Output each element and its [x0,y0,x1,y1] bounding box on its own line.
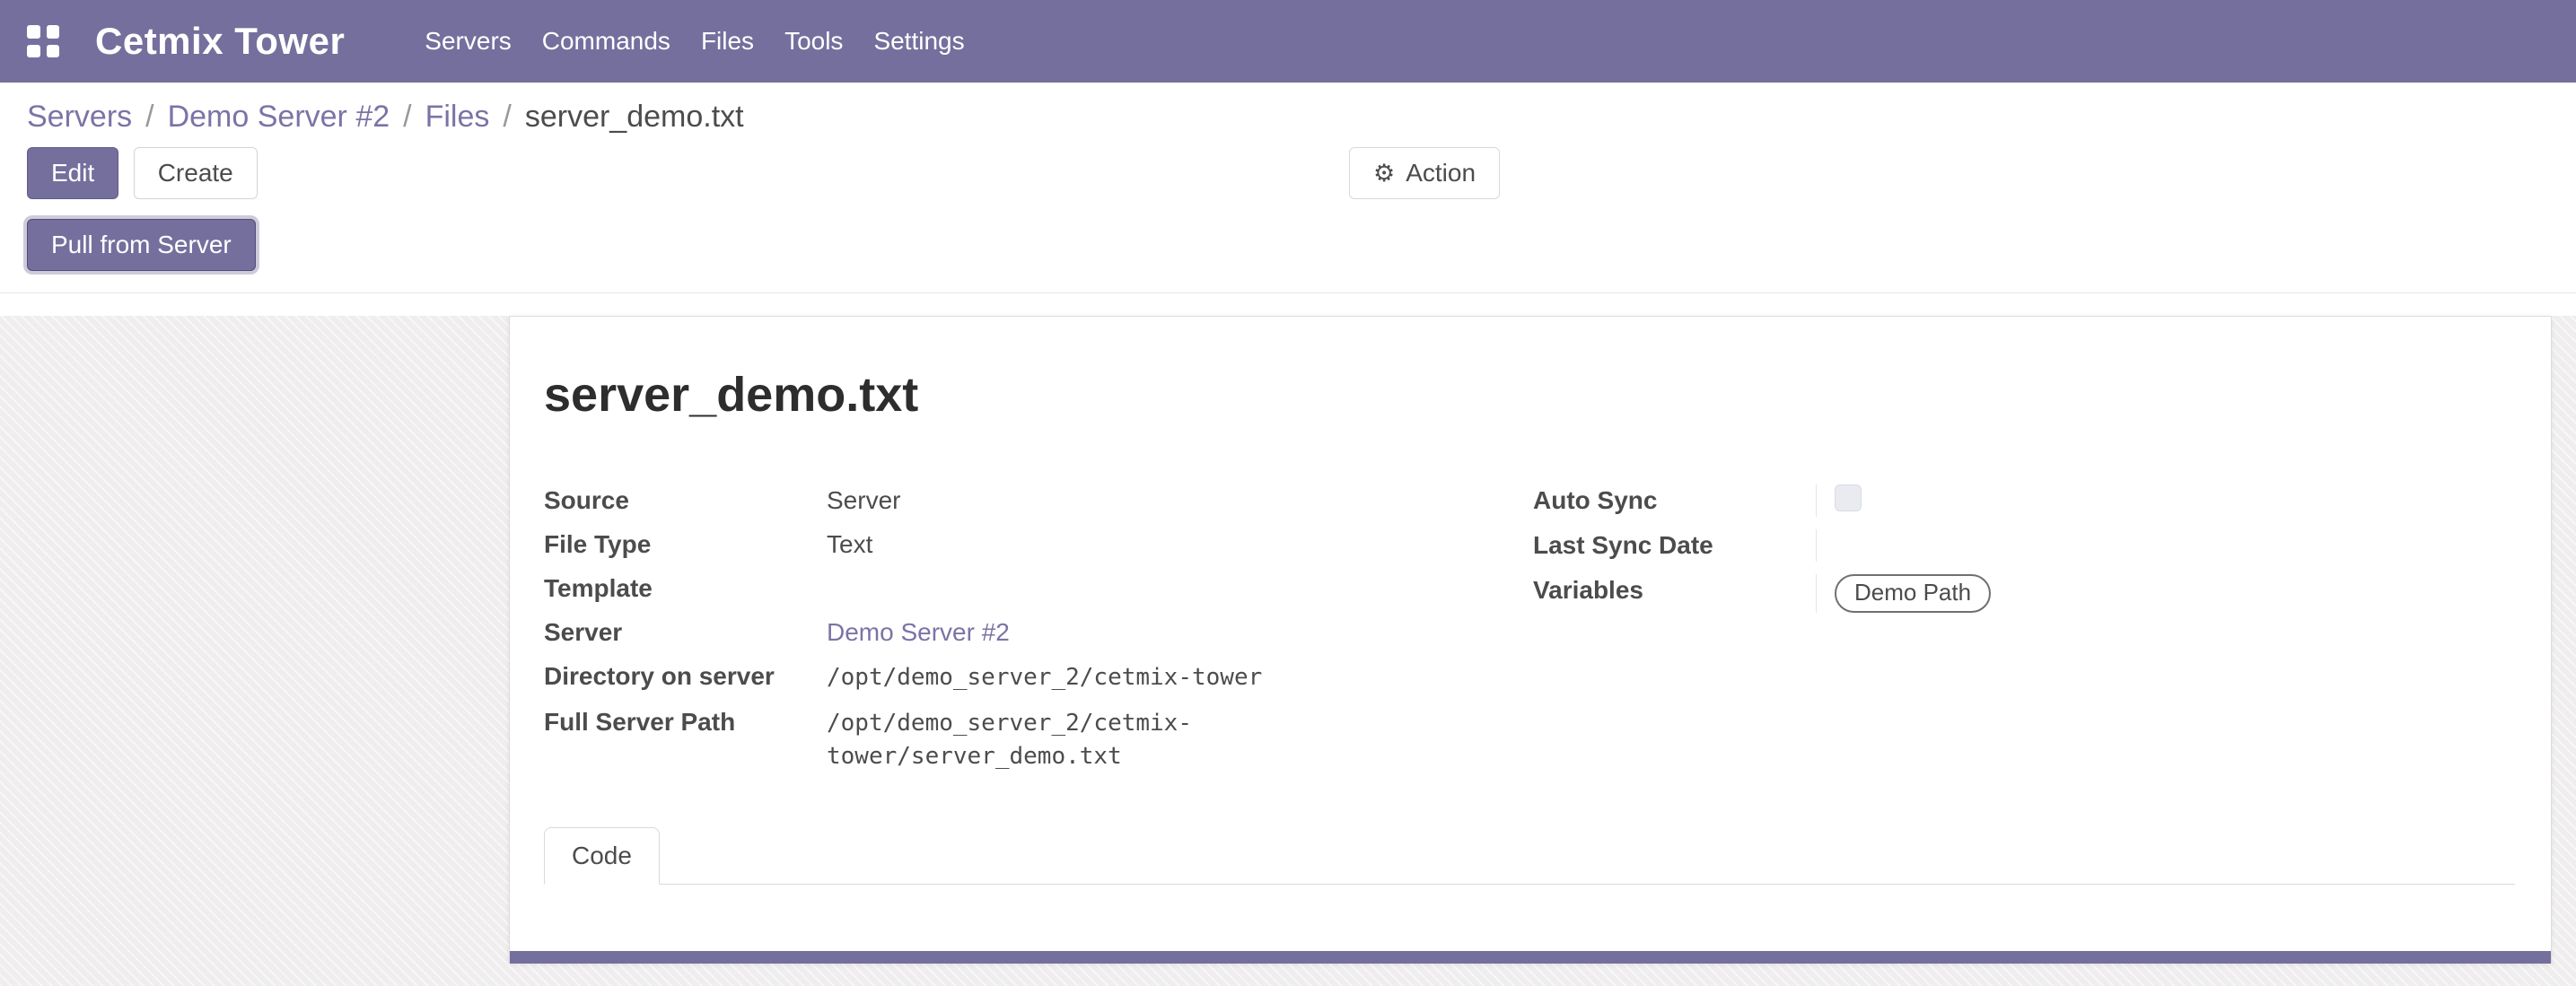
field-row-directory-on-server: Directory on server/opt/demo_server_2/ce… [544,654,1486,700]
field-label-file-type: File Type [544,528,827,560]
edit-button[interactable]: Edit [27,147,118,199]
breadcrumb-link-demo-server-2[interactable]: Demo Server #2 [168,100,390,134]
form-sheet: server_demo.txt SourceServerFile TypeTex… [509,316,2552,964]
object-buttons-row: Pull from Server [27,219,2549,292]
nav-item-servers[interactable]: Servers [409,0,526,83]
field-value-source: Server [827,484,1486,516]
field-row-full-server-path: Full Server Path/opt/demo_server_2/cetmi… [544,700,1486,779]
field-row-last-sync-date: Last Sync Date [1533,523,2515,568]
field-groups: SourceServerFile TypeTextTemplateServerD… [544,478,2515,779]
nav-item-files[interactable]: Files [686,0,769,83]
breadcrumb-separator: / [503,100,511,134]
field-label-source: Source [544,484,827,516]
field-text-source: Server [827,486,900,514]
gear-icon [1373,159,1395,188]
breadcrumb-link-files[interactable]: Files [425,100,490,134]
field-label-server: Server [544,616,827,648]
pull-from-server-button[interactable]: Pull from Server [27,219,256,271]
button-row: Edit Create Action [27,147,2549,199]
top-navbar: Cetmix Tower ServersCommandsFilesToolsSe… [0,0,2576,83]
field-path-directory-on-server: /opt/demo_server_2/cetmix-tower [827,664,1262,691]
auto-sync-checkbox[interactable] [1835,484,1862,511]
field-label-directory-on-server: Directory on server [544,660,827,692]
app-brand[interactable]: Cetmix Tower [95,20,345,63]
field-label-full-server-path: Full Server Path [544,706,827,737]
field-link-server[interactable]: Demo Server #2 [827,618,1010,646]
field-group-left: SourceServerFile TypeTextTemplateServerD… [544,478,1486,779]
tag-demo-path[interactable]: Demo Path [1835,574,1991,613]
nav-menu: ServersCommandsFilesToolsSettings [409,0,979,83]
field-row-auto-sync: Auto Sync [1533,478,2515,523]
field-text-file-type: Text [827,530,872,558]
field-value-server: Demo Server #2 [827,616,1486,648]
apps-grid-icon[interactable] [27,25,59,57]
field-value-last-sync-date [1816,529,2515,562]
field-value-file-type: Text [827,528,1486,560]
field-row-template: Template [544,566,1486,610]
field-value-full-server-path: /opt/demo_server_2/cetmix-tower/server_d… [827,706,1486,772]
field-label-last-sync-date: Last Sync Date [1533,529,1816,561]
record-title: server_demo.txt [544,367,2515,423]
field-label-auto-sync: Auto Sync [1533,484,1816,516]
action-button-label: Action [1406,159,1476,188]
breadcrumb-link-servers[interactable]: Servers [27,100,132,134]
control-panel: Servers / Demo Server #2 / Files / server_demo… [0,83,2576,293]
field-group-right: Auto Sync Last Sync Date Variables Demo Pat… [1533,478,2515,779]
create-button[interactable]: Create [134,147,258,199]
tab-code[interactable]: Code [544,827,660,885]
breadcrumb-separator: / [403,100,411,134]
nav-item-commands[interactable]: Commands [527,0,686,83]
breadcrumb-current: server_demo.txt [525,100,744,134]
field-value-directory-on-server: /opt/demo_server_2/cetmix-tower [827,660,1486,694]
breadcrumb-separator: / [145,100,153,134]
field-label-template: Template [544,572,827,604]
field-row-variables: Variables Demo Path [1533,568,2515,619]
field-row-file-type: File TypeText [544,522,1486,566]
content-area: server_demo.txt SourceServerFile TypeTex… [0,316,2576,986]
nav-item-settings[interactable]: Settings [858,0,979,83]
field-row-server: ServerDemo Server #2 [544,610,1486,654]
field-value-variables: Demo Path [1816,574,2515,613]
field-path-full-server-path: /opt/demo_server_2/cetmix-tower/server_d… [827,710,1192,770]
field-label-variables: Variables [1533,574,1816,606]
breadcrumb: Servers / Demo Server #2 / Files / server_demo… [27,99,2549,135]
field-row-source: SourceServer [544,478,1486,522]
action-button[interactable]: Action [1349,147,1500,199]
tab-list: Code [544,827,2515,885]
nav-item-tools[interactable]: Tools [769,0,858,83]
field-value-auto-sync [1816,484,2515,517]
